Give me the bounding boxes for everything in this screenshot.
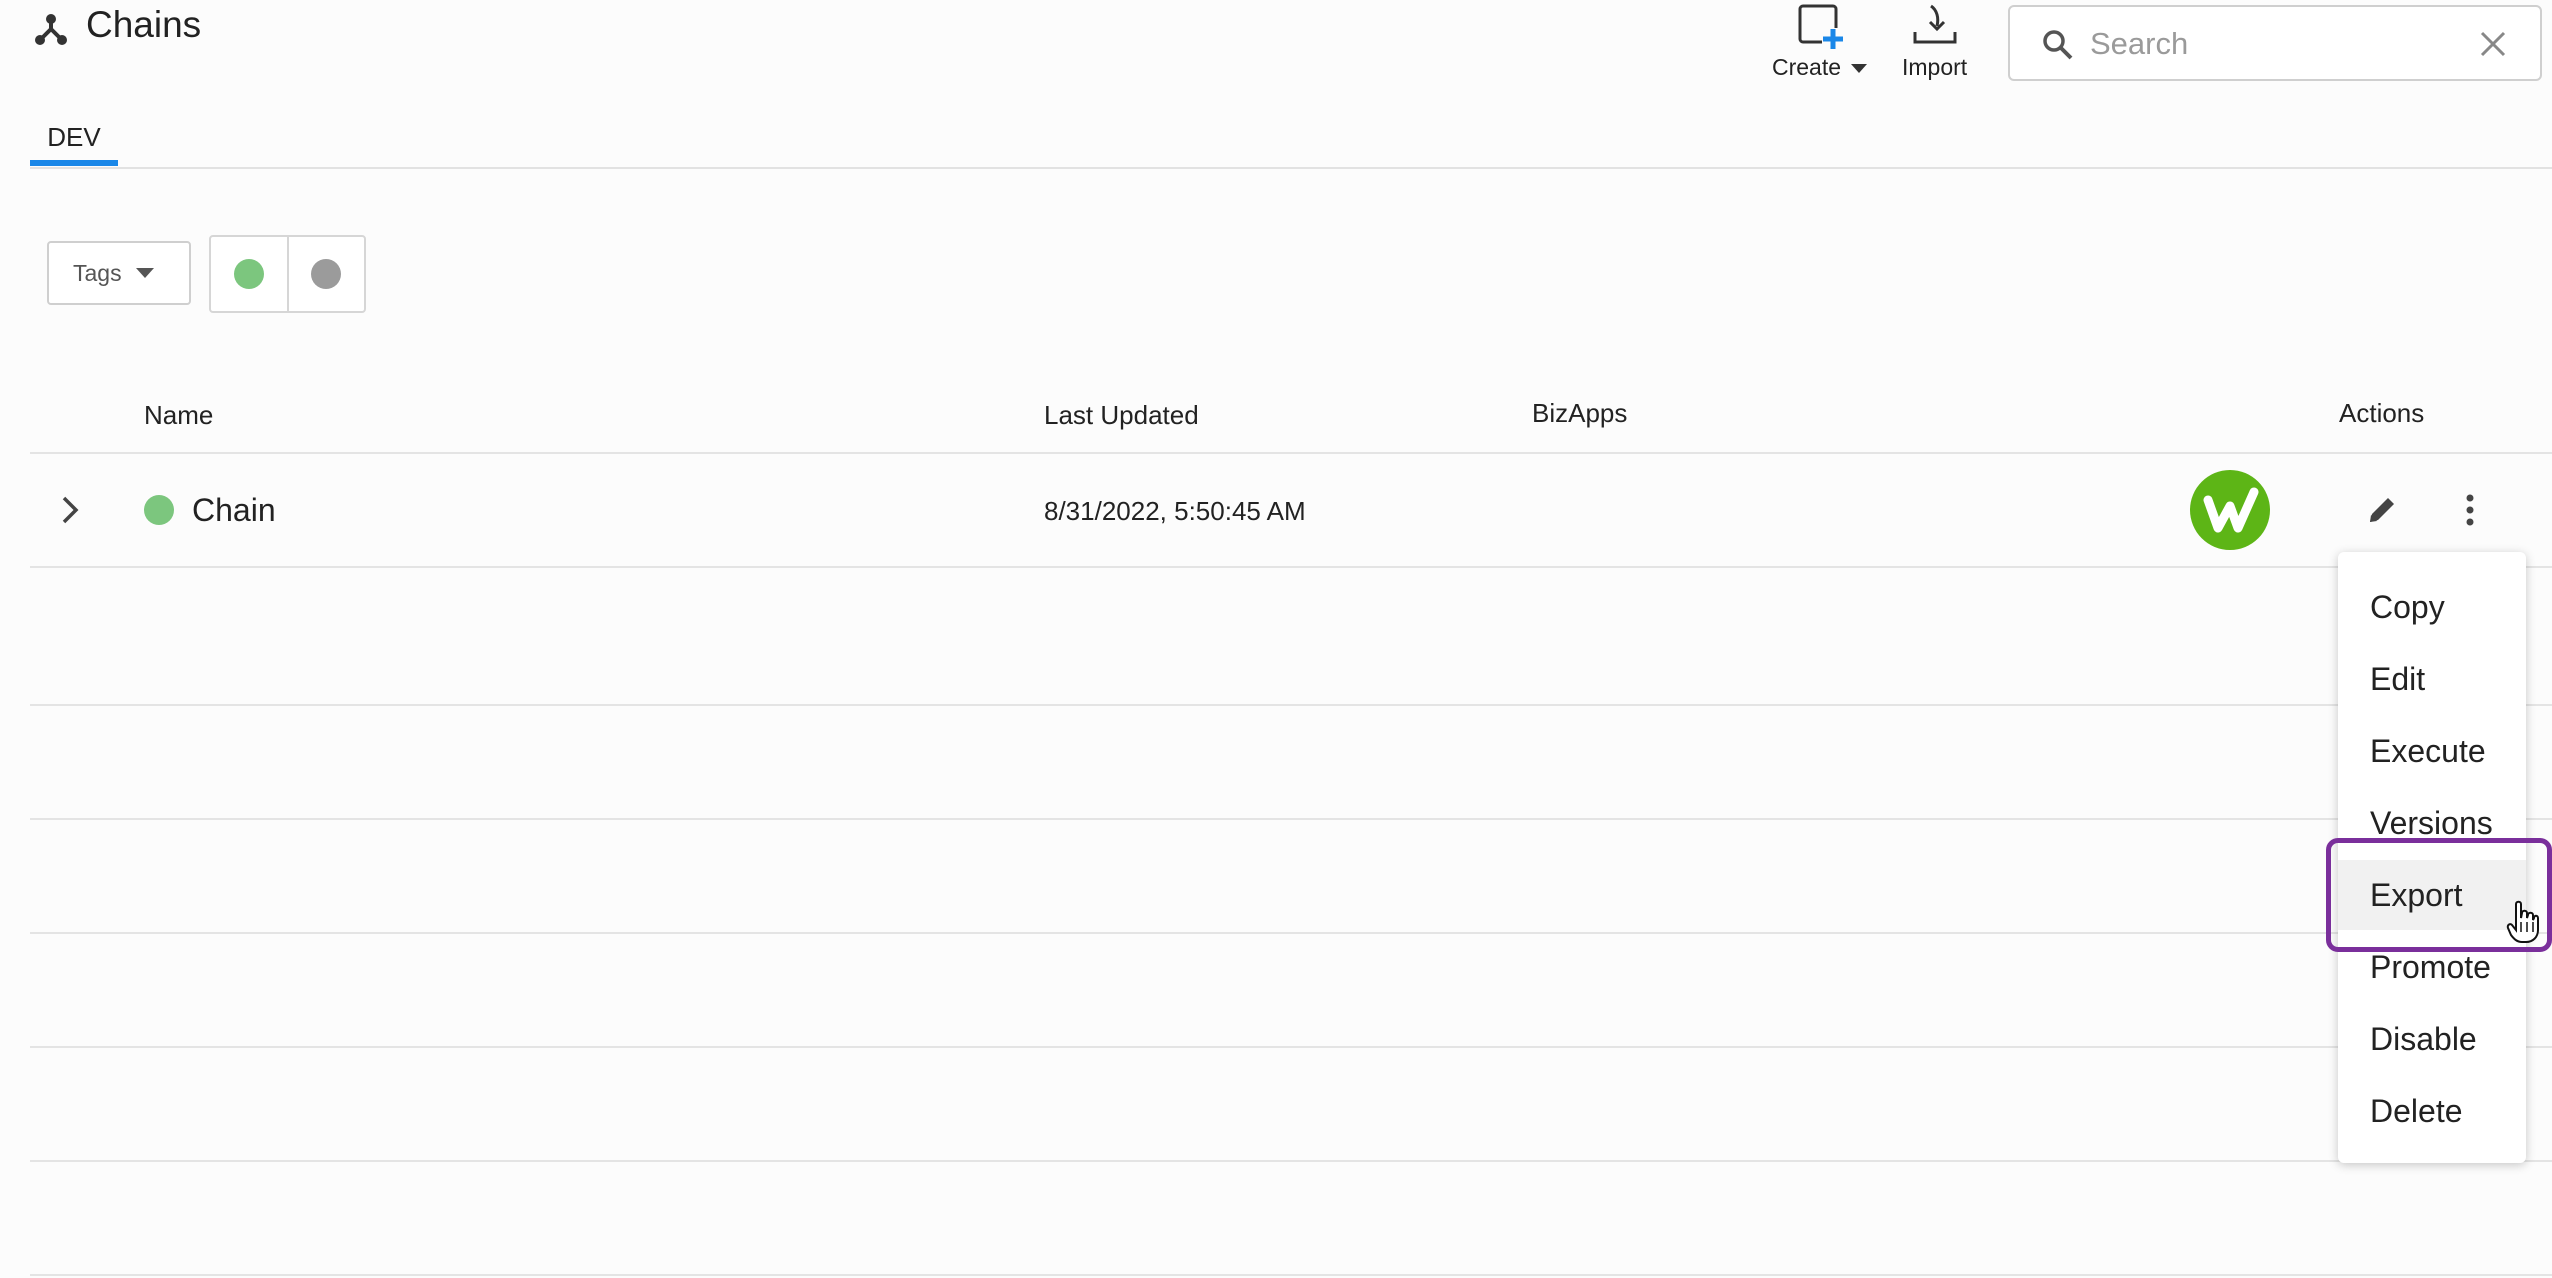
create-label: Create xyxy=(1772,54,1842,80)
search-icon xyxy=(2043,30,2073,60)
tags-label: Tags xyxy=(73,259,122,286)
column-header-bizapps: BizApps xyxy=(1532,398,1628,428)
tab-active-indicator xyxy=(30,160,118,166)
menu-item-copy[interactable]: Copy xyxy=(2338,572,2526,642)
bizapp-logo-icon[interactable] xyxy=(2190,470,2270,550)
menu-item-delete[interactable]: Delete xyxy=(2338,1076,2526,1146)
row-divider xyxy=(30,818,2552,820)
menu-item-execute[interactable]: Execute xyxy=(2338,716,2526,786)
pencil-icon[interactable] xyxy=(2364,492,2400,528)
chevron-down-icon xyxy=(1851,64,1868,74)
row-divider xyxy=(30,1046,2552,1048)
import-label: Import xyxy=(1902,54,1968,80)
status-filter-group xyxy=(209,235,366,313)
status-filter-enabled[interactable] xyxy=(211,237,287,311)
menu-item-disable[interactable]: Disable xyxy=(2338,1004,2526,1074)
menu-item-promote[interactable]: Promote xyxy=(2338,932,2526,1002)
row-divider xyxy=(30,1160,2552,1162)
create-icon xyxy=(1798,4,1844,50)
column-header-actions: Actions xyxy=(2339,398,2425,428)
search-input[interactable] xyxy=(2088,19,2472,69)
row-status-dot xyxy=(144,495,174,525)
more-vertical-icon[interactable] xyxy=(2462,492,2478,528)
status-filter-disabled[interactable] xyxy=(286,237,365,311)
search-box[interactable] xyxy=(2008,5,2542,81)
close-icon[interactable] xyxy=(2478,29,2508,59)
disabled-status-dot xyxy=(311,259,342,289)
row-divider xyxy=(30,704,2552,706)
tabs-divider xyxy=(30,167,2552,169)
import-icon xyxy=(1913,4,1957,44)
actions-menu: Copy Edit Execute Versions Export Promot… xyxy=(2338,552,2526,1163)
enabled-status-dot xyxy=(233,259,264,289)
row-divider xyxy=(30,566,2552,568)
column-header-last-updated[interactable]: Last Updated xyxy=(1044,400,1199,431)
menu-item-export[interactable]: Export xyxy=(2338,860,2526,930)
tags-dropdown[interactable]: Tags xyxy=(47,241,191,305)
menu-item-versions[interactable]: Versions xyxy=(2338,788,2526,858)
w-check-logo-icon xyxy=(2203,487,2259,533)
create-button[interactable]: Create xyxy=(1772,2,1868,81)
page-title: Chains xyxy=(86,4,202,45)
chains-icon xyxy=(35,14,67,45)
import-button[interactable]: Import xyxy=(1902,2,1967,81)
hand-pointer-icon xyxy=(2506,900,2539,943)
row-divider xyxy=(30,1274,2552,1276)
row-divider xyxy=(30,932,2552,934)
chevron-right-icon[interactable] xyxy=(56,494,84,526)
menu-item-edit[interactable]: Edit xyxy=(2338,644,2526,714)
column-header-name[interactable]: Name xyxy=(144,400,213,431)
chain-name[interactable]: Chain xyxy=(192,492,276,529)
last-updated-value: 8/31/2022, 5:50:45 AM xyxy=(1044,496,1306,526)
chevron-down-icon xyxy=(135,268,154,278)
